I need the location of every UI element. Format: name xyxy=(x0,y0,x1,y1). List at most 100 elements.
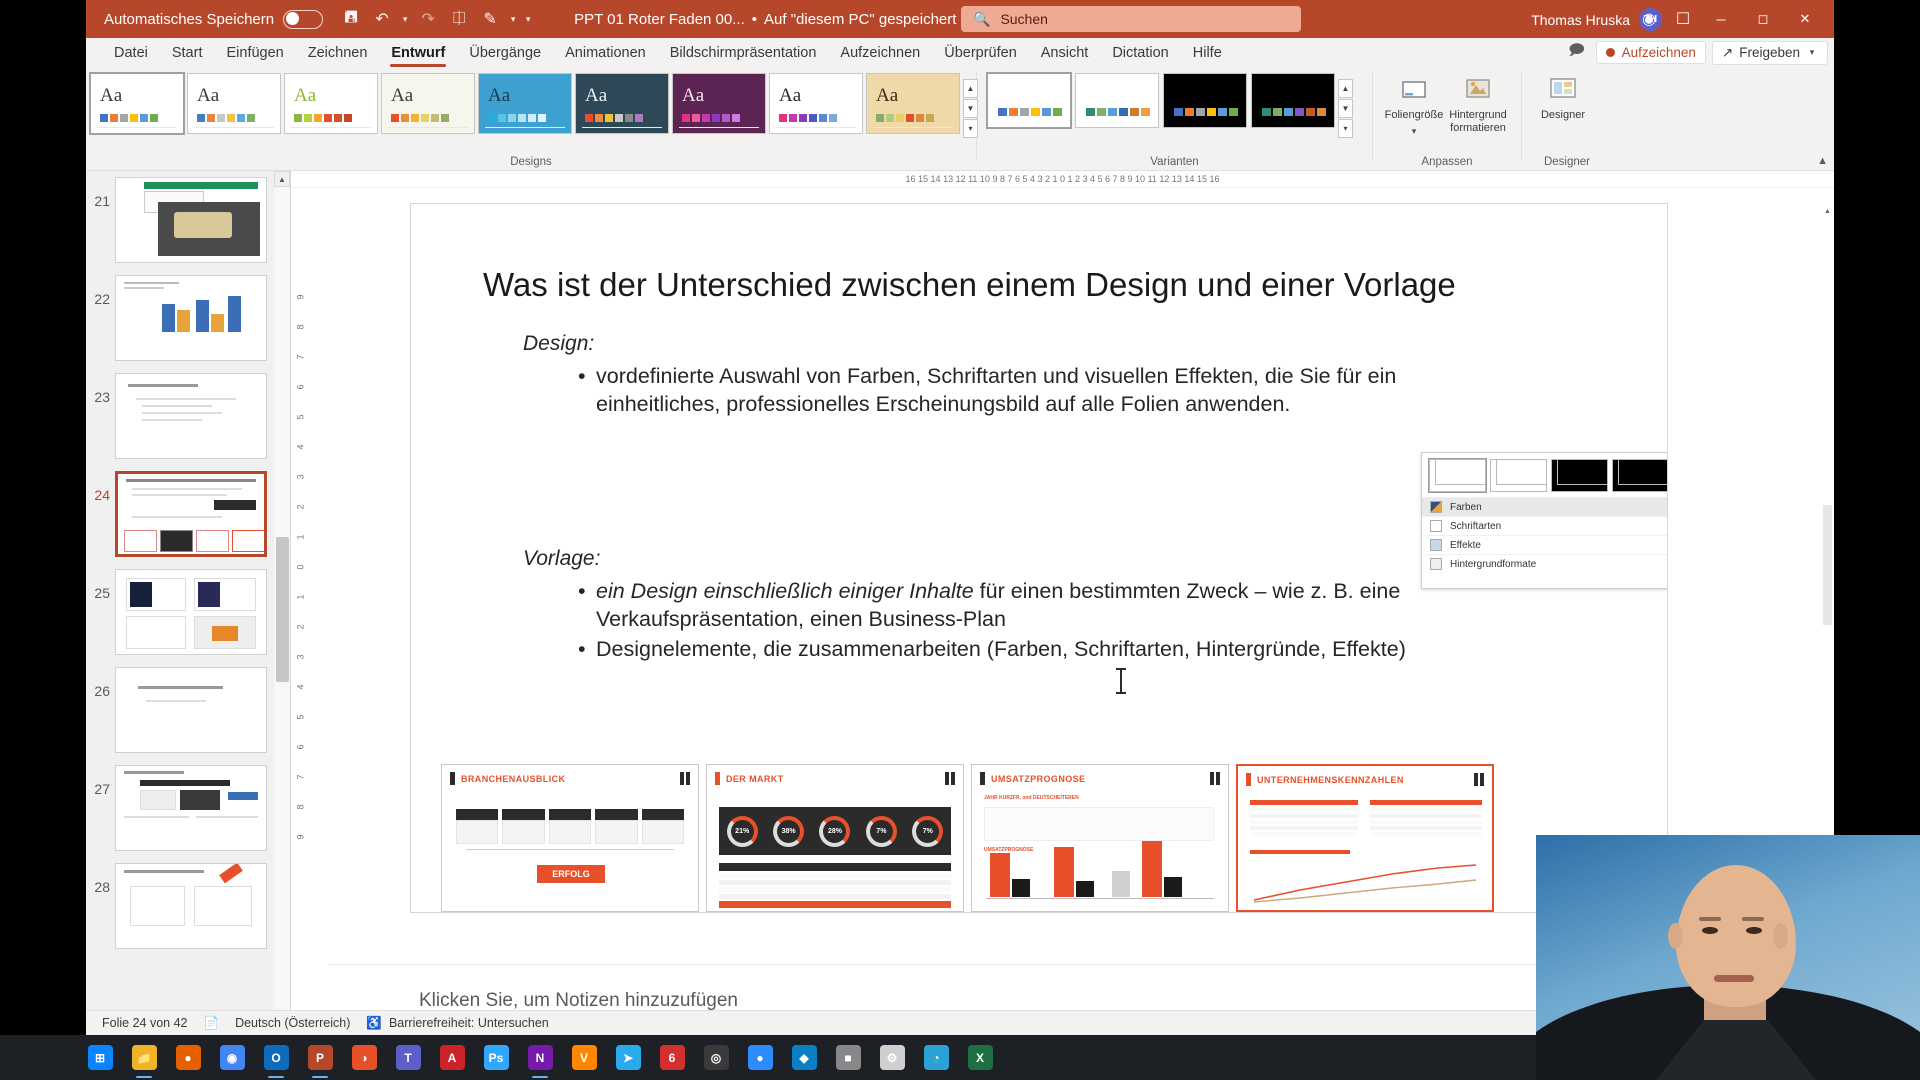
design-label[interactable]: Design: xyxy=(523,332,594,356)
tab-datei[interactable]: Datei xyxy=(102,38,160,67)
slide-size-dropdown-icon[interactable]: ▾ xyxy=(1408,126,1420,136)
variant-thumb-2[interactable] xyxy=(1163,73,1247,128)
comments-icon[interactable]: 🗩 xyxy=(1564,42,1590,64)
taskbar-app-outlook[interactable]: O xyxy=(254,1035,298,1080)
slide-counter[interactable]: Folie 24 von 42 xyxy=(102,1016,187,1030)
template-example-3[interactable]: UNTERNEHMENSKENNZAHLEN xyxy=(1236,764,1494,912)
tab-animationen[interactable]: Animationen xyxy=(553,38,658,67)
slide-thumbnail-preview[interactable] xyxy=(115,765,267,851)
slide-thumbnail-item[interactable]: 25 xyxy=(86,563,274,661)
design-thumb-7[interactable]: Aa xyxy=(769,73,863,134)
taskbar-start-button[interactable]: ⊞ xyxy=(78,1035,122,1080)
tab-ueberpruefen[interactable]: Überprüfen xyxy=(932,38,1029,67)
taskbar-app-blue[interactable]: ◆ xyxy=(782,1035,826,1080)
slide-size-button[interactable]: Foliengröße ▾ xyxy=(1383,75,1445,136)
slide-panel-scroll-up[interactable]: ▲ xyxy=(274,171,290,187)
slide-panel-scrollbar[interactable] xyxy=(274,187,290,1020)
format-background-button[interactable]: Hintergrund formatieren xyxy=(1447,75,1509,134)
template-example-2[interactable]: UMSATZPROGNOSE JAHR KURZFR. und DEUTSCHE… xyxy=(971,764,1229,912)
tab-bildschirmpraesentation[interactable]: Bildschirmpräsentation xyxy=(658,38,829,67)
restore-button[interactable]: ◻ xyxy=(1742,0,1784,38)
slide-thumbnail-item[interactable]: 23 xyxy=(86,367,274,465)
undo-dropdown-icon[interactable]: ▾ xyxy=(399,14,411,25)
pen-icon[interactable]: ✎ xyxy=(476,5,504,33)
variants-more-icon[interactable]: ▾ xyxy=(1338,119,1353,138)
taskbar-app-chrome[interactable]: ◉ xyxy=(210,1035,254,1080)
taskbar-app-onenote[interactable]: N xyxy=(518,1035,562,1080)
slide-panel-scroll-thumb[interactable] xyxy=(276,537,289,682)
design-thumb-4[interactable]: Aa xyxy=(478,73,572,134)
vorlage-bullet-1[interactable]: • ein Design einschließlich einiger Inha… xyxy=(578,577,1516,634)
variant-thumb-3[interactable] xyxy=(1251,73,1335,128)
share-dropdown-icon[interactable]: ▾ xyxy=(1806,47,1818,58)
slide-thumbnail-preview[interactable] xyxy=(115,373,267,459)
slide-thumbnail-preview[interactable] xyxy=(115,275,267,361)
slide-thumbnail-item[interactable]: 24 xyxy=(86,465,274,563)
qat-more-icon[interactable]: ▾ xyxy=(522,14,534,25)
taskbar-file-explorer[interactable]: 📁 xyxy=(122,1035,166,1080)
taskbar-app-powerpoint[interactable]: P xyxy=(298,1035,342,1080)
design-thumb-5[interactable]: Aa xyxy=(575,73,669,134)
taskbar-app-telegram[interactable]: ➤ xyxy=(606,1035,650,1080)
spellcheck-icon[interactable]: 📄 xyxy=(203,1016,219,1031)
tab-dictation[interactable]: Dictation xyxy=(1100,38,1180,67)
taskbar-app-vlc[interactable]: V xyxy=(562,1035,606,1080)
save-icon[interactable]: 🖪 xyxy=(337,5,365,33)
slide-canvas[interactable]: Was ist der Unterschied zwischen einem D… xyxy=(410,203,1668,913)
tab-aufzeichnen[interactable]: Aufzeichnen xyxy=(828,38,932,67)
template-example-0[interactable]: BRANCHENAUSBLICK ERFOLG xyxy=(441,764,699,912)
vorlage-label[interactable]: Vorlage: xyxy=(523,547,600,571)
design-thumb-3[interactable]: Aa xyxy=(381,73,475,134)
variants-scroll-up-icon[interactable]: ▲ xyxy=(1338,79,1353,98)
designer-button[interactable]: Designer xyxy=(1532,75,1594,122)
collapse-ribbon-icon[interactable]: ▲ xyxy=(1817,155,1828,167)
taskbar-app-firefox[interactable]: ● xyxy=(166,1035,210,1080)
taskbar-app-browser2[interactable]: ◑ xyxy=(342,1035,386,1080)
design-thumb-1[interactable]: Aa xyxy=(187,73,281,134)
slide-thumbnail-item[interactable]: 27 xyxy=(86,759,274,857)
taskbar-app-teams[interactable]: T xyxy=(386,1035,430,1080)
design-bullet-1[interactable]: • vordefinierte Auswahl von Farben, Schr… xyxy=(578,362,1501,419)
tab-uebergaenge[interactable]: Übergänge xyxy=(457,38,553,67)
embedded-menu-item-hintergrundformate[interactable]: Hintergrundformate› xyxy=(1422,554,1667,573)
slide-thumbnail-item[interactable]: 26 xyxy=(86,661,274,759)
slide-thumbnail-preview[interactable] xyxy=(115,177,267,263)
design-thumb-0[interactable]: Aa xyxy=(89,72,185,135)
taskbar-app-edge[interactable]: ◔ xyxy=(914,1035,958,1080)
taskbar-app-zoom[interactable]: ● xyxy=(738,1035,782,1080)
language-indicator[interactable]: Deutsch (Österreich) xyxy=(235,1016,350,1030)
undo-icon[interactable]: ↶ xyxy=(368,5,396,33)
slide-thumbnail-item[interactable]: 28 xyxy=(86,857,274,955)
gallery-scroll-up-icon[interactable]: ▲ xyxy=(963,79,978,98)
slide-thumbnail-item[interactable]: 22 xyxy=(86,269,274,367)
embedded-variants-menu-image[interactable]: Farben›Schriftarten›Effekte›Hintergrundf… xyxy=(1421,452,1667,589)
tab-hilfe[interactable]: Hilfe xyxy=(1181,38,1234,67)
office-badge-icon[interactable]: ◉ xyxy=(1632,5,1666,33)
taskbar-app-studio[interactable]: ◎ xyxy=(694,1035,738,1080)
slide-thumbnail-item[interactable]: 21 xyxy=(86,171,274,269)
document-title-area[interactable]: PPT 01 Roter Faden 00... • Auf "diesem P… xyxy=(574,11,975,28)
design-thumb-2[interactable]: Aa xyxy=(284,73,378,134)
taskbar-app-photoshop[interactable]: Ps xyxy=(474,1035,518,1080)
taskbar-app-acrobat[interactable]: A xyxy=(430,1035,474,1080)
accessibility-status[interactable]: ♿ Barrierefreiheit: Untersuchen xyxy=(366,1016,548,1031)
record-button[interactable]: Aufzeichnen xyxy=(1595,41,1706,64)
gallery-more-icon[interactable]: ▾ xyxy=(963,119,978,138)
tab-ansicht[interactable]: Ansicht xyxy=(1029,38,1101,67)
redo-icon[interactable]: ↷ xyxy=(414,5,442,33)
embedded-menu-item-schriftarten[interactable]: Schriftarten› xyxy=(1422,516,1667,535)
variant-thumb-0[interactable] xyxy=(986,72,1072,129)
vorlage-bullet-2[interactable]: • Designelemente, die zusammenarbeiten (… xyxy=(578,635,1526,663)
tab-start[interactable]: Start xyxy=(160,38,215,67)
slide-thumbnail-preview[interactable] xyxy=(115,471,267,557)
taskbar-app-settings[interactable]: ⚙ xyxy=(870,1035,914,1080)
embedded-variant-thumb-2[interactable] xyxy=(1551,459,1608,492)
embedded-menu-item-effekte[interactable]: Effekte› xyxy=(1422,535,1667,554)
embedded-variant-thumb-0[interactable] xyxy=(1428,458,1487,493)
design-thumb-6[interactable]: Aa xyxy=(672,73,766,134)
autosave-toggle[interactable] xyxy=(283,9,324,29)
variants-gallery-scroll[interactable]: ▲ ▼ ▾ xyxy=(1338,79,1353,138)
pen-dropdown-icon[interactable]: ▾ xyxy=(507,14,519,25)
tab-entwurf[interactable]: Entwurf xyxy=(379,38,457,67)
close-button[interactable]: ✕ xyxy=(1784,0,1826,38)
